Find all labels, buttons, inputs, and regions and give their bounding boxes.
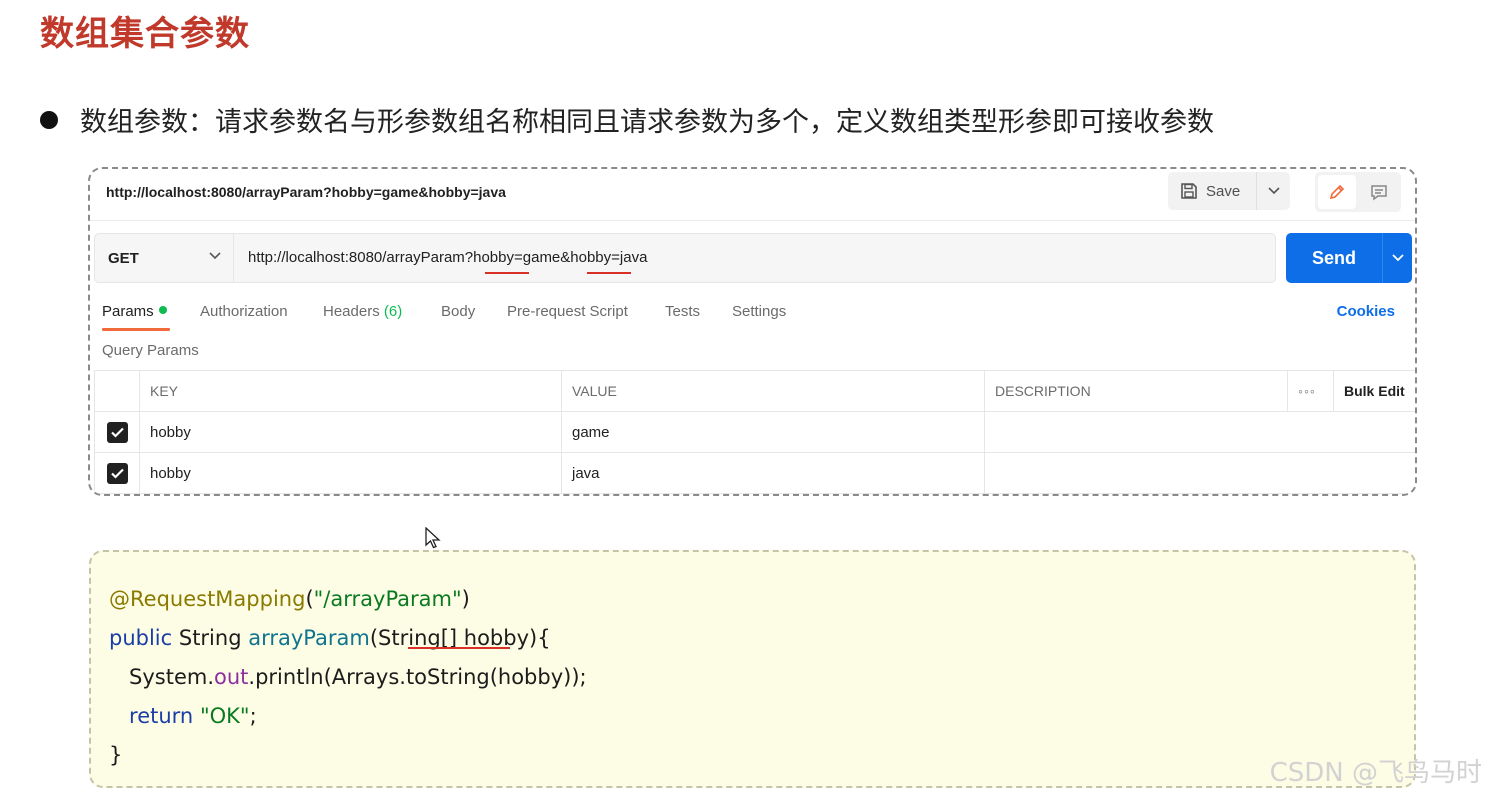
- code-string: "OK": [199, 704, 250, 728]
- mouse-cursor-icon: [425, 527, 441, 549]
- code-line: System.out.println(Arrays.toString(hobby…: [109, 658, 587, 697]
- checkmark-icon: [106, 462, 128, 484]
- query-params-title: Query Params: [102, 342, 199, 359]
- tab-body[interactable]: Body: [441, 303, 475, 320]
- more-options-icon[interactable]: ◦◦◦: [1287, 370, 1334, 412]
- table-header-row: KEY VALUE DESCRIPTION ◦◦◦ Bulk Edit: [94, 370, 1415, 412]
- edit-mode-button[interactable]: [1318, 175, 1356, 209]
- bulk-edit-button[interactable]: Bulk Edit: [1333, 370, 1415, 412]
- code-line: public String arrayParam(String[] hobby)…: [109, 619, 587, 658]
- chevron-down-icon: [1267, 187, 1280, 195]
- send-options-button[interactable]: [1382, 233, 1412, 283]
- code-field: out: [214, 665, 249, 689]
- checkbox-column-header: [94, 370, 140, 412]
- url-value: http://localhost:8080/arrayParam?hobby=g…: [248, 249, 648, 266]
- code-function-name: arrayParam: [248, 626, 370, 650]
- bullet-point: 数组参数：请求参数名与形参数组名称相同且请求参数为多个，定义数组类型形参即可接收…: [40, 100, 1214, 139]
- param-value-cell[interactable]: game: [561, 411, 985, 453]
- active-tab-indicator: [102, 328, 170, 331]
- url-highlight-underline: [587, 272, 631, 274]
- tab-settings[interactable]: Settings: [732, 303, 786, 320]
- bullet-text: 数组参数：请求参数名与形参数组名称相同且请求参数为多个，定义数组类型形参即可接收…: [80, 107, 1214, 138]
- param-description-cell[interactable]: [984, 452, 1415, 494]
- tab-pre-request-script[interactable]: Pre-request Script: [507, 303, 628, 320]
- code-keyword: return: [129, 704, 194, 728]
- code-snippet-panel: @RequestMapping("/arrayParam") public St…: [89, 550, 1416, 788]
- slide-title: 数组集合参数: [40, 14, 250, 54]
- chevron-down-icon: [1391, 254, 1404, 262]
- comment-icon: [1371, 185, 1387, 201]
- param-key-cell[interactable]: hobby: [139, 452, 562, 494]
- documentation-mode-button[interactable]: [1360, 175, 1398, 209]
- table-row: hobby game: [94, 411, 1415, 453]
- code-line: return "OK";: [109, 697, 587, 736]
- query-params-table: KEY VALUE DESCRIPTION ◦◦◦ Bulk Edit hobb…: [94, 370, 1415, 494]
- code-token: ;: [249, 704, 257, 728]
- params-active-dot-icon: [158, 306, 167, 315]
- param-highlight-underline: [408, 647, 510, 649]
- tab-params[interactable]: Params: [102, 303, 167, 320]
- code-token: ): [461, 587, 470, 611]
- bullet-dot-icon: [40, 110, 58, 129]
- code-token: .println(Arrays.toString(hobby));: [248, 665, 587, 689]
- table-row: hobby java: [94, 452, 1415, 494]
- code-block: @RequestMapping("/arrayParam") public St…: [109, 580, 587, 775]
- code-keyword: public: [109, 626, 173, 650]
- pencil-icon: [1329, 184, 1345, 200]
- code-token: System.: [129, 665, 215, 689]
- tab-params-label: Params: [102, 303, 154, 320]
- code-token: (: [305, 587, 314, 611]
- save-label: Save: [1206, 182, 1241, 200]
- method-select[interactable]: GET: [94, 233, 234, 283]
- request-header-bar: http://localhost:8080/arrayParam?hobby=g…: [90, 169, 1415, 221]
- code-line: }: [109, 736, 587, 775]
- param-value-cell[interactable]: java: [561, 452, 985, 494]
- tab-headers[interactable]: Headers (6): [323, 303, 402, 320]
- request-tabs: Params Authorization Headers (6) Body Pr…: [90, 299, 1415, 333]
- checkmark-icon: [106, 421, 128, 443]
- row-checkbox[interactable]: [94, 411, 140, 453]
- tab-headers-label: Headers: [323, 303, 380, 320]
- param-key-cell[interactable]: hobby: [139, 411, 562, 453]
- row-checkbox[interactable]: [94, 452, 140, 494]
- save-options-button[interactable]: [1256, 172, 1290, 210]
- watermark: CSDN @飞鸟马时: [1269, 758, 1482, 788]
- code-annotation: @RequestMapping: [109, 587, 306, 611]
- view-mode-toggle: [1315, 172, 1401, 212]
- url-highlight-underline: [485, 272, 529, 274]
- description-column-header: DESCRIPTION: [984, 370, 1288, 412]
- save-icon: [1181, 183, 1197, 199]
- code-line: @RequestMapping("/arrayParam"): [109, 580, 587, 619]
- send-button[interactable]: Send: [1286, 233, 1382, 283]
- param-description-cell[interactable]: [984, 411, 1415, 453]
- save-button[interactable]: Save: [1168, 172, 1256, 210]
- postman-request-panel: http://localhost:8080/arrayParam?hobby=g…: [88, 167, 1417, 496]
- code-string: "/arrayParam": [313, 587, 462, 611]
- tab-tests[interactable]: Tests: [665, 303, 700, 320]
- method-value: GET: [108, 249, 139, 267]
- key-column-header: KEY: [139, 370, 562, 412]
- url-input[interactable]: http://localhost:8080/arrayParam?hobby=g…: [234, 233, 1276, 283]
- value-column-header: VALUE: [561, 370, 985, 412]
- code-token: }: [109, 743, 123, 767]
- code-token: String: [172, 626, 249, 650]
- headers-count-badge: (6): [383, 303, 403, 320]
- cookies-link[interactable]: Cookies: [1337, 303, 1395, 320]
- chevron-down-icon: [209, 252, 221, 260]
- request-title[interactable]: http://localhost:8080/arrayParam?hobby=g…: [106, 184, 506, 200]
- tab-authorization[interactable]: Authorization: [200, 303, 288, 320]
